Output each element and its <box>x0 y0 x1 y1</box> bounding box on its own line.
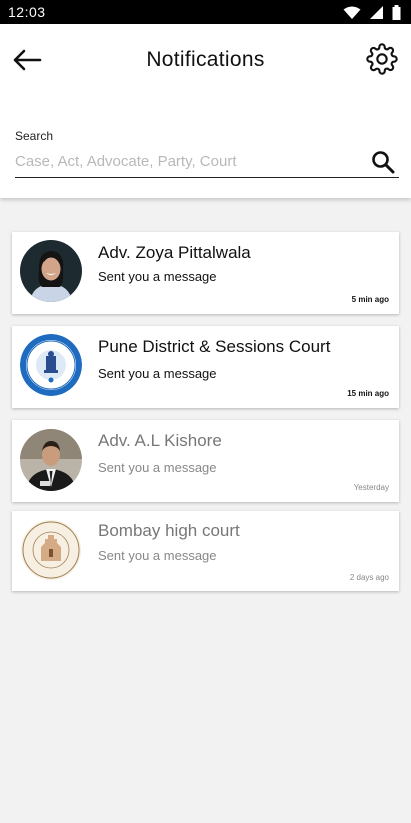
avatar <box>20 429 82 491</box>
avatar <box>20 519 82 581</box>
notification-message: Sent you a message <box>98 460 217 475</box>
notification-sender: Bombay high court <box>98 521 240 540</box>
page-title: Notifications <box>146 48 265 71</box>
notification-time: 5 min ago <box>351 295 389 304</box>
search-label: Search <box>15 129 54 143</box>
search-input[interactable] <box>15 148 355 174</box>
app-header: Notifications Search <box>0 24 411 198</box>
search-button[interactable] <box>370 149 396 175</box>
notification-time: 2 days ago <box>349 573 389 582</box>
status-icons <box>343 5 401 20</box>
notification-time: Yesterday <box>353 483 389 492</box>
notification-item[interactable]: Pune District & Sessions Court Sent you … <box>12 326 399 408</box>
battery-icon <box>392 5 401 20</box>
notification-message: Sent you a message <box>98 548 217 563</box>
notification-message: Sent you a message <box>98 269 217 284</box>
avatar <box>20 334 82 396</box>
wifi-icon <box>343 6 361 19</box>
notification-item[interactable]: Bombay high court Sent you a message 2 d… <box>12 511 399 591</box>
notification-item[interactable]: Adv. Zoya Pittalwala Sent you a message … <box>12 232 399 314</box>
avatar <box>20 240 82 302</box>
search-icon <box>372 151 395 174</box>
notification-item[interactable]: Adv. A.L Kishore Sent you a message Yest… <box>12 420 399 502</box>
notification-sender: Adv. Zoya Pittalwala <box>98 243 251 262</box>
status-time: 12:03 <box>8 4 46 20</box>
notification-time: 15 min ago <box>347 389 389 398</box>
notification-sender: Adv. A.L Kishore <box>98 431 222 450</box>
settings-button[interactable] <box>365 42 399 76</box>
notification-message: Sent you a message <box>98 366 217 381</box>
notification-sender: Pune District & Sessions Court <box>98 337 331 356</box>
search-field <box>15 148 399 178</box>
status-bar: 12:03 <box>0 0 411 24</box>
signal-icon <box>370 6 383 19</box>
gear-icon <box>366 43 398 75</box>
